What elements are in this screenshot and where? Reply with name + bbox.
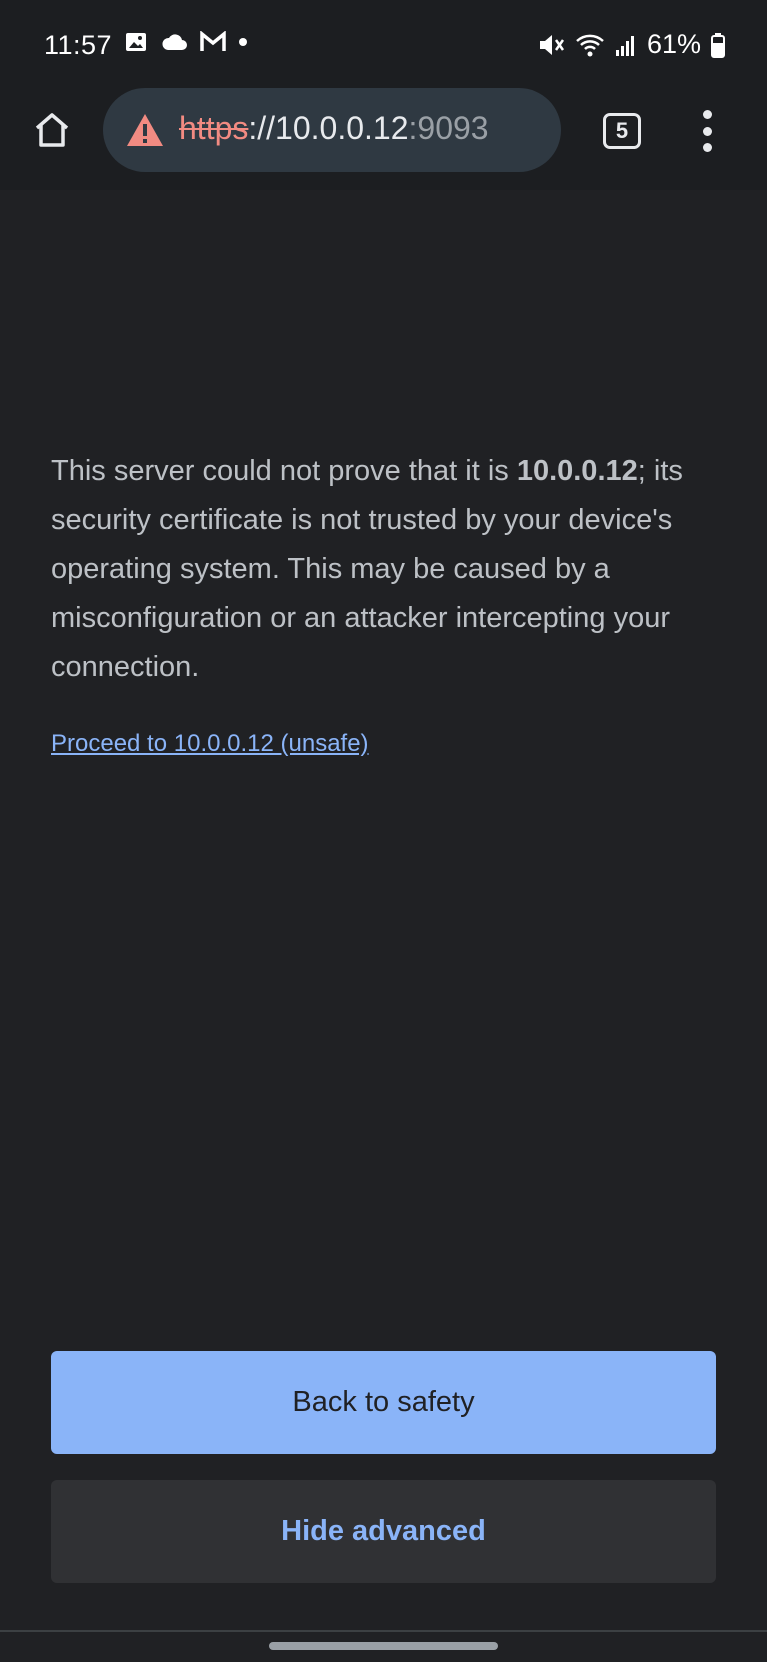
dot-icon [239,38,247,46]
not-secure-warning-icon[interactable] [125,112,165,148]
wifi-icon [576,34,604,56]
gmail-icon [200,31,226,51]
home-icon [35,113,69,147]
back-to-safety-button[interactable]: Back to safety [51,1351,716,1454]
url-toolbar: https://10.0.0.12:9093 5 [0,88,767,176]
url-port: :9093 [408,110,489,146]
system-icons: 61% [537,29,725,60]
cloud-icon [162,34,187,50]
message-text-before: This server could not prove that it is [51,455,517,487]
home-button[interactable] [28,106,76,154]
mute-icon [539,34,564,55]
url-scheme: https [179,110,249,146]
more-options-icon[interactable] [694,110,720,152]
image-icon [126,33,146,51]
status-time: 11:57 [44,30,113,60]
message-host: 10.0.0.12 [516,455,638,487]
url-host: 10.0.0.12 [275,110,409,146]
battery-icon [711,32,725,58]
hide-advanced-button[interactable]: Hide advanced [51,1480,716,1583]
notification-icons [124,30,248,54]
tab-count: 5 [615,118,629,143]
message-text-after: ; its security certificate is not truste… [51,455,683,683]
browser-top-bar: 11:57 61% https://10.0.0.12:9093 5 [0,0,767,190]
certificate-error-message: This server could not prove that it is 1… [51,447,731,692]
battery-percent: 61% [646,29,701,59]
nav-divider [0,1630,767,1632]
proceed-unsafe-link[interactable]: Proceed to 10.0.0.12 (unsafe) [51,730,369,758]
address-bar[interactable]: https://10.0.0.12:9093 [103,88,561,172]
url-separator: :// [248,110,276,146]
tab-switcher-button[interactable]: 5 [603,113,641,149]
status-bar: 11:57 61% [0,0,767,92]
gesture-nav-handle[interactable] [269,1642,498,1650]
url-text[interactable]: https://10.0.0.12:9093 [179,110,489,147]
signal-icon [615,35,634,56]
